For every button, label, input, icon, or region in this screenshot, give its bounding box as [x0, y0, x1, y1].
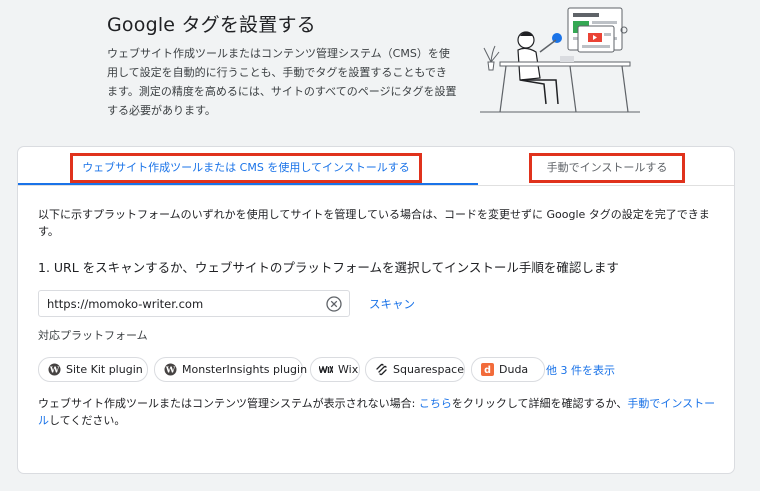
svg-text:d: d — [484, 365, 491, 376]
platforms-label: 対応プラットフォーム — [38, 329, 148, 342]
tab-cms-install[interactable]: ウェブサイト作成ツールまたは CMS を使用してインストールする — [70, 153, 422, 183]
cms-description: 以下に示すプラットフォームのいずれかを使用してサイトを管理している場合は、コード… — [38, 208, 710, 238]
wix-logo-icon — [319, 366, 333, 373]
step-title: 1. URL をスキャンするか、ウェブサイトのプラットフォームを選択してインスト… — [38, 260, 619, 275]
svg-text:W: W — [49, 366, 60, 376]
url-field — [38, 290, 350, 317]
details-link[interactable]: こちら — [419, 397, 452, 410]
tab-manual-install[interactable]: 手動でインストールする — [529, 153, 685, 183]
wordpress-icon: W — [48, 363, 61, 376]
chip-site-kit[interactable]: W Site Kit plugin — [38, 357, 148, 382]
chip-label: Wix — [338, 363, 359, 376]
scan-button[interactable]: スキャン — [369, 296, 415, 312]
url-input[interactable] — [47, 291, 317, 316]
squarespace-icon — [376, 363, 387, 376]
install-card: ウェブサイト作成ツールまたは CMS を使用してインストールする 手動でインスト… — [17, 146, 735, 474]
chip-monsterinsights[interactable]: W MonsterInsights plugin — [154, 357, 307, 382]
chip-label: Duda — [499, 363, 529, 376]
help-suffix: してください。 — [49, 414, 126, 427]
svg-text:W: W — [165, 366, 176, 376]
chip-label: MonsterInsights plugin — [182, 363, 308, 376]
intro-text: ウェブサイト作成ツールまたはコンテンツ管理システム（CMS）を使用して設定を自動… — [107, 47, 457, 117]
clear-icon[interactable] — [326, 296, 342, 312]
help-text: ウェブサイト作成ツールまたはコンテンツ管理システムが表示されない場合: こちらを… — [38, 395, 718, 429]
person-at-desk-illustration — [480, 7, 640, 113]
help-prefix: ウェブサイト作成ツールまたはコンテンツ管理システムが表示されない場合: — [38, 397, 419, 410]
tab-active-indicator — [18, 183, 478, 185]
duda-icon: d — [481, 363, 494, 376]
chip-squarespace[interactable]: Squarespace — [365, 357, 465, 382]
show-more-link[interactable]: 他 3 件を表示 — [546, 362, 615, 378]
wordpress-icon: W — [164, 363, 177, 376]
page-title: Google タグを設置する — [107, 14, 316, 36]
chip-label: Site Kit plugin — [66, 363, 143, 376]
chip-wix[interactable]: Wix — [310, 357, 360, 382]
chip-duda[interactable]: d Duda — [471, 357, 545, 382]
help-middle: をクリックして詳細を確認するか、 — [451, 397, 628, 410]
tab-bar: ウェブサイト作成ツールまたは CMS を使用してインストールする 手動でインスト… — [18, 147, 734, 186]
chip-label: Squarespace — [393, 363, 464, 376]
